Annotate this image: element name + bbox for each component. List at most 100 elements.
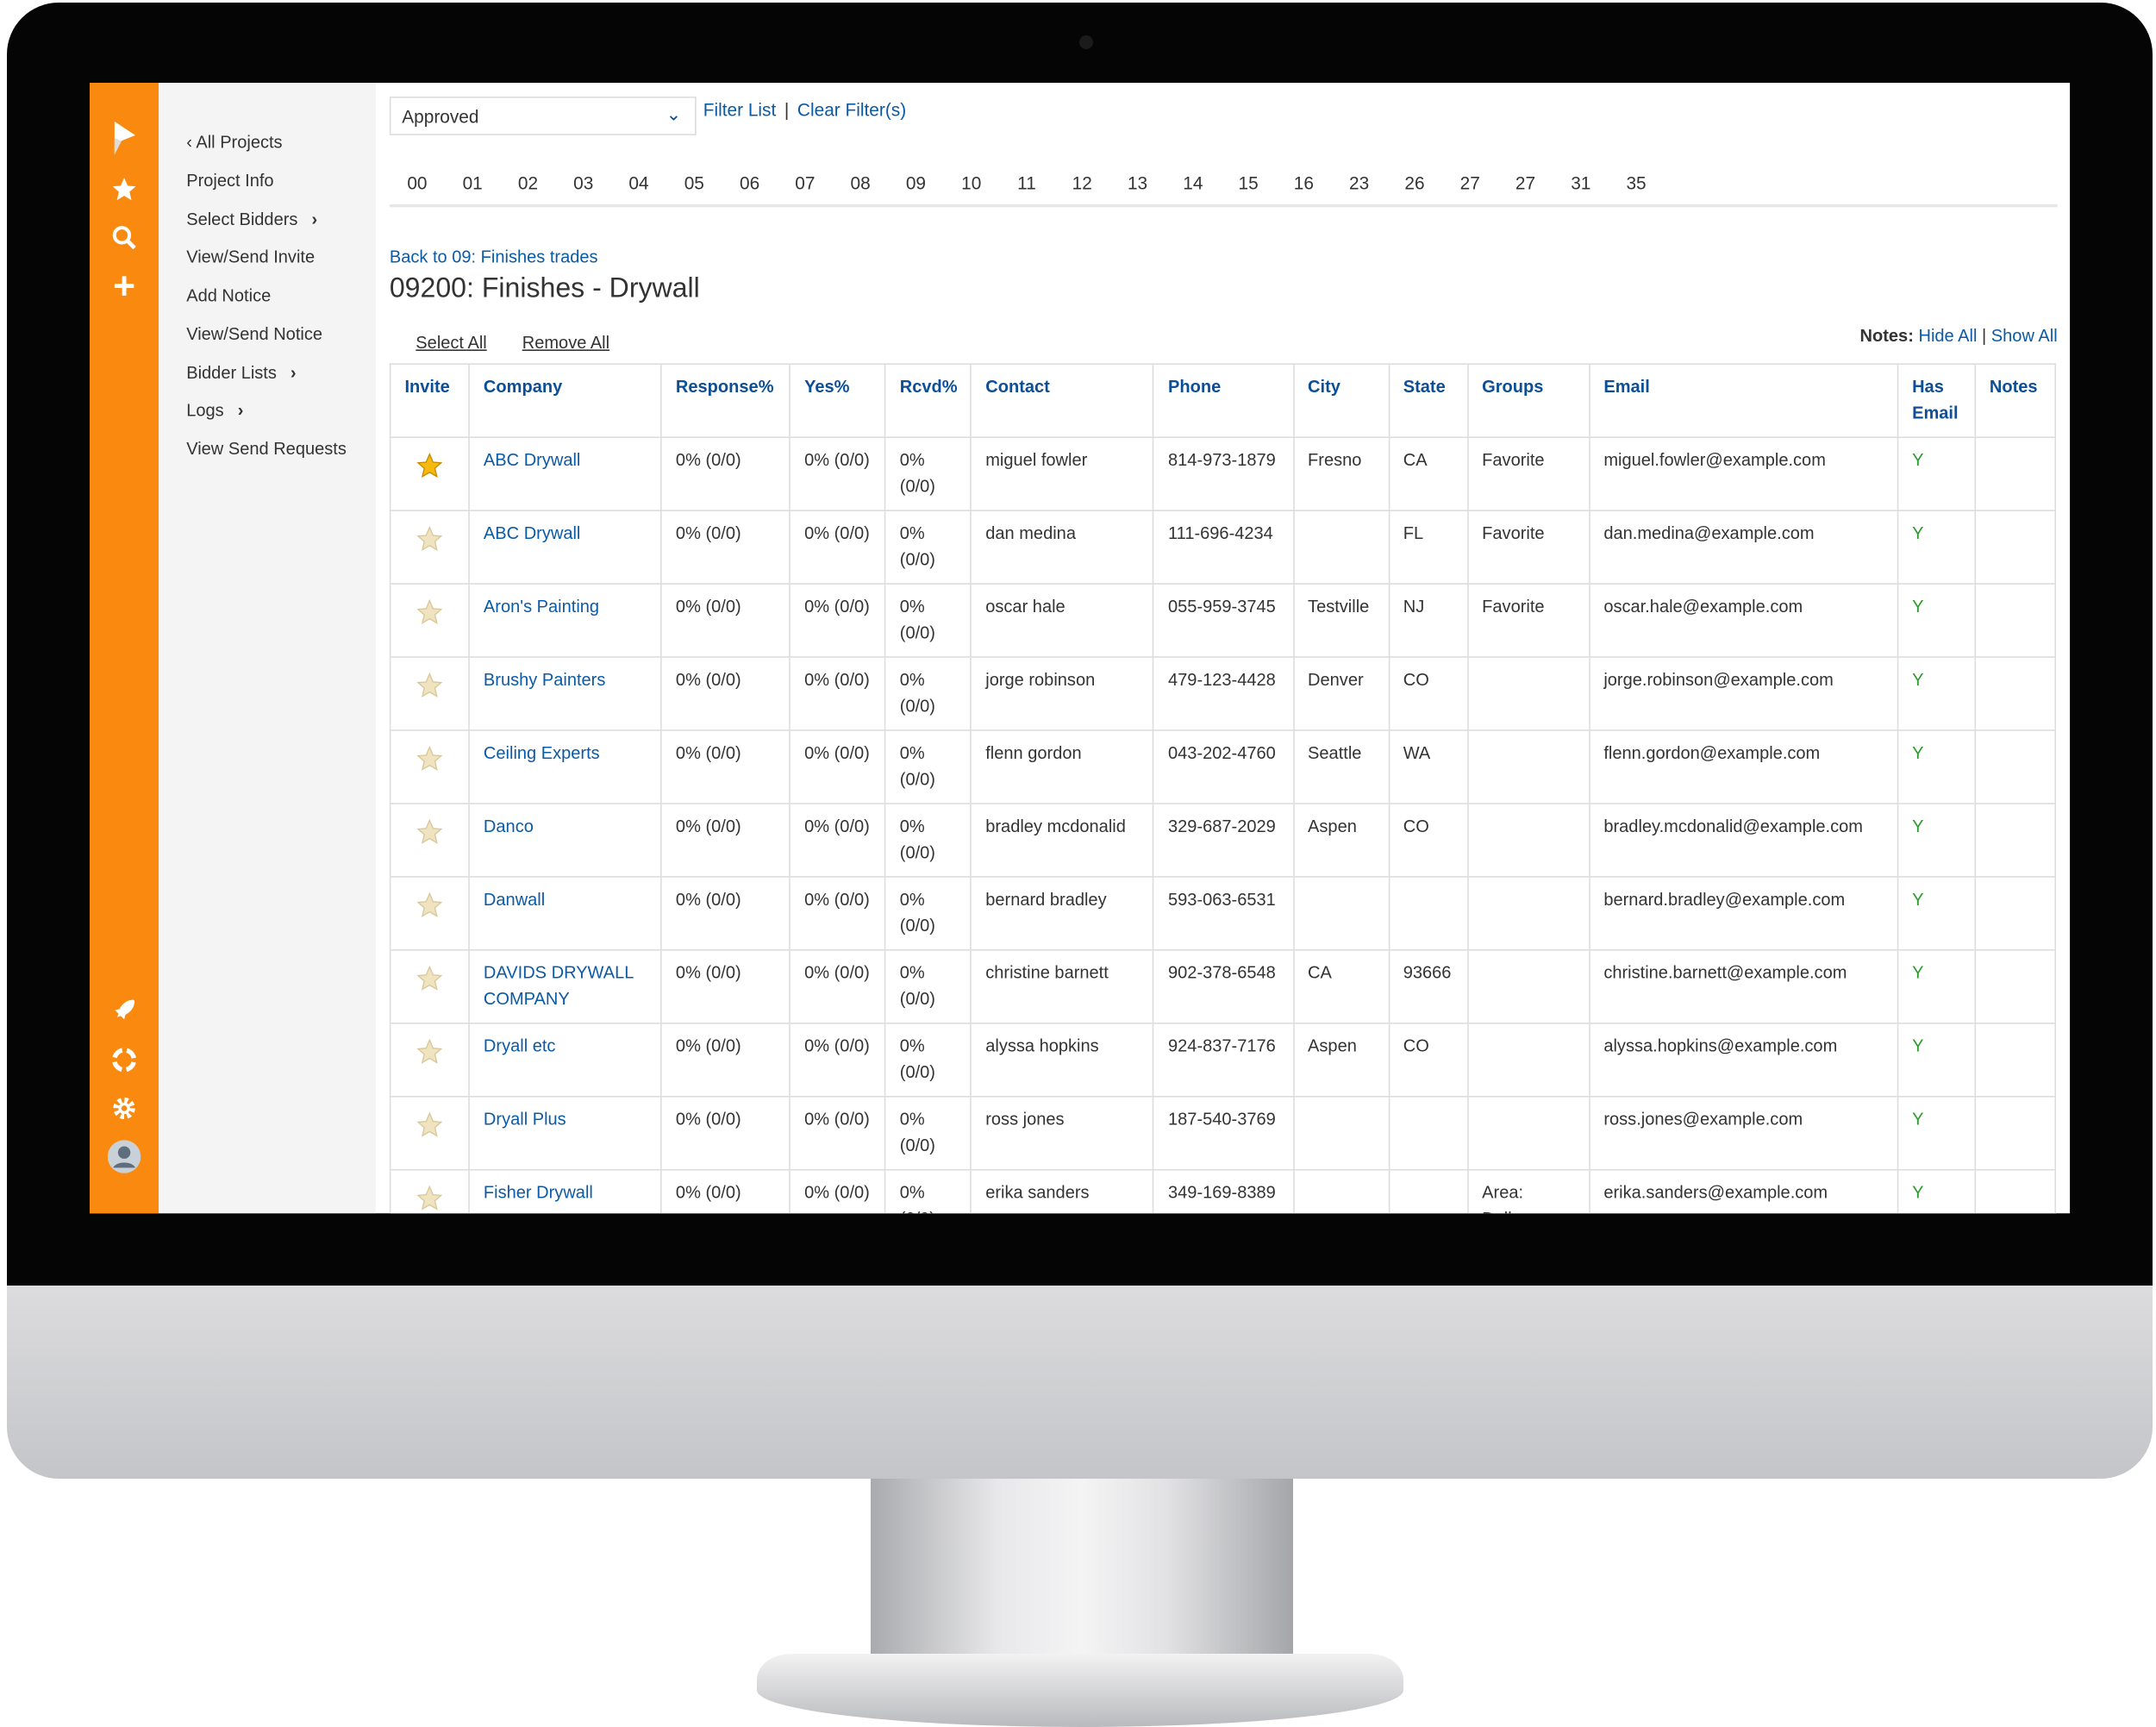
company-cell[interactable]: Dryall etc [468, 1023, 662, 1098]
remove-all-button[interactable]: Remove All [522, 333, 609, 352]
star-icon[interactable] [416, 818, 443, 846]
company-cell[interactable]: ABC Drywall [468, 436, 662, 511]
star-icon[interactable] [416, 745, 443, 773]
division-tab[interactable]: 23 [1339, 172, 1380, 193]
email-cell: christine.barnett@example.com [1588, 949, 1899, 1024]
star-icon[interactable] [416, 1038, 443, 1066]
chevron-left-icon: ‹ [186, 132, 197, 153]
column-header-has-email[interactable]: Has Email [1897, 363, 1976, 438]
rcvd-cell: 0% (0/0) [884, 1023, 972, 1098]
division-tab[interactable]: 08 [840, 172, 881, 193]
invite-cell [389, 876, 470, 951]
division-tab[interactable]: 03 [563, 172, 604, 193]
division-tab[interactable]: 27 [1449, 172, 1490, 193]
company-cell[interactable]: Ceiling Experts [468, 729, 662, 804]
select-all-button[interactable]: Select All [416, 333, 486, 352]
division-tab[interactable]: 13 [1117, 172, 1159, 193]
column-header-phone[interactable]: Phone [1153, 363, 1295, 438]
rcvd-cell: 0% (0/0) [884, 729, 972, 804]
company-cell[interactable]: DAVIDS DRYWALL COMPANY [468, 949, 662, 1024]
division-tab[interactable]: 00 [397, 172, 438, 193]
filter-list-link[interactable]: Filter List [703, 99, 777, 120]
rocket-icon[interactable] [108, 993, 141, 1026]
division-tab[interactable]: 12 [1061, 172, 1103, 193]
column-header-company[interactable]: Company [468, 363, 662, 438]
division-tab[interactable]: 04 [618, 172, 659, 193]
star-icon[interactable] [416, 525, 443, 553]
nav-view-send-invite[interactable]: View/Send Invite [186, 247, 315, 266]
column-header-state[interactable]: State [1388, 363, 1469, 438]
star-icon[interactable] [416, 1185, 443, 1212]
company-cell[interactable]: Dryall Plus [468, 1095, 662, 1171]
company-cell[interactable]: Fisher Drywall [468, 1168, 662, 1214]
star-icon[interactable] [416, 452, 443, 479]
contact-cell: bernard bradley [970, 876, 1154, 951]
table-row: ABC Drywall 0% (0/0) 0% (0/0) 0% (0/0) dan m… [389, 510, 2057, 585]
nav-view-send-requests[interactable]: View Send Requests [186, 440, 347, 459]
clear-filters-link[interactable]: Clear Filter(s) [797, 99, 906, 120]
division-tab[interactable]: 09 [895, 172, 936, 193]
notes-cell [1974, 803, 2057, 878]
column-header-invite[interactable]: Invite [389, 363, 470, 438]
company-cell[interactable]: Danwall [468, 876, 662, 951]
division-tab[interactable]: 31 [1560, 172, 1602, 193]
status-filter-select[interactable]: Approved ⌄ [389, 97, 697, 135]
division-tab[interactable]: 01 [452, 172, 493, 193]
star-icon[interactable] [416, 965, 443, 992]
division-tab[interactable]: 11 [1006, 172, 1047, 193]
nav-bidder-lists[interactable]: Bidder Lists › [186, 363, 296, 382]
nav-all-projects[interactable]: ‹ All Projects [186, 133, 282, 152]
nav-add-notice[interactable]: Add Notice [186, 286, 271, 305]
nav-view-send-notice[interactable]: View/Send Notice [186, 325, 322, 344]
company-cell[interactable]: Brushy Painters [468, 656, 662, 731]
column-header-email[interactable]: Email [1588, 363, 1899, 438]
back-link[interactable]: Back to 09: Finishes trades [390, 247, 598, 266]
app-screen: ‹ All Projects Project Info Select Bidde… [90, 83, 2071, 1214]
gear-icon[interactable] [108, 1092, 141, 1124]
column-header-yes-[interactable]: Yes% [789, 363, 886, 438]
city-cell: Aspen [1292, 1023, 1390, 1098]
division-tab[interactable]: 14 [1172, 172, 1214, 193]
star-icon[interactable] [416, 598, 443, 626]
star-icon[interactable] [416, 672, 443, 699]
chevron-right-icon: › [290, 363, 297, 383]
division-tab[interactable]: 05 [673, 172, 715, 193]
column-header-notes[interactable]: Notes [1974, 363, 2057, 438]
division-tab[interactable]: 27 [1504, 172, 1546, 193]
groups-cell: Favorite [1466, 510, 1590, 585]
division-tab[interactable]: 10 [951, 172, 992, 193]
star-icon[interactable] [416, 1111, 443, 1139]
state-cell [1388, 1095, 1469, 1171]
star-icon[interactable] [108, 172, 141, 205]
company-cell[interactable]: Aron's Painting [468, 583, 662, 658]
search-icon[interactable] [108, 221, 141, 253]
column-header-city[interactable]: City [1292, 363, 1390, 438]
nav-logs[interactable]: Logs › [186, 401, 243, 420]
has-email-cell: Y [1897, 803, 1976, 878]
lifebuoy-icon[interactable] [108, 1043, 141, 1076]
nav-select-bidders[interactable]: Select Bidders › [186, 210, 317, 228]
plus-icon[interactable] [108, 269, 141, 302]
city-cell: Aspen [1292, 803, 1390, 878]
column-header-groups[interactable]: Groups [1466, 363, 1590, 438]
column-header-rcvd-[interactable]: Rcvd% [884, 363, 972, 438]
division-tab[interactable]: 15 [1228, 172, 1269, 193]
division-tab[interactable]: 07 [784, 172, 826, 193]
division-tab[interactable]: 26 [1394, 172, 1435, 193]
division-tab[interactable]: 02 [507, 172, 548, 193]
star-icon[interactable] [416, 892, 443, 919]
company-cell[interactable]: Danco [468, 803, 662, 878]
column-header-response-[interactable]: Response% [660, 363, 791, 438]
response-cell: 0% (0/0) [660, 436, 791, 511]
logo-icon[interactable] [108, 121, 141, 155]
show-all-notes-link[interactable]: Show All [1991, 326, 2058, 345]
company-cell[interactable]: ABC Drywall [468, 510, 662, 585]
division-tab[interactable]: 06 [729, 172, 771, 193]
division-tab[interactable]: 16 [1283, 172, 1324, 193]
division-tab[interactable]: 35 [1615, 172, 1657, 193]
phone-cell: 329-687-2029 [1153, 803, 1295, 878]
nav-project-info[interactable]: Project Info [186, 172, 273, 191]
hide-all-notes-link[interactable]: Hide All [1918, 326, 1977, 345]
avatar-icon[interactable] [107, 1140, 141, 1173]
column-header-contact[interactable]: Contact [970, 363, 1154, 438]
